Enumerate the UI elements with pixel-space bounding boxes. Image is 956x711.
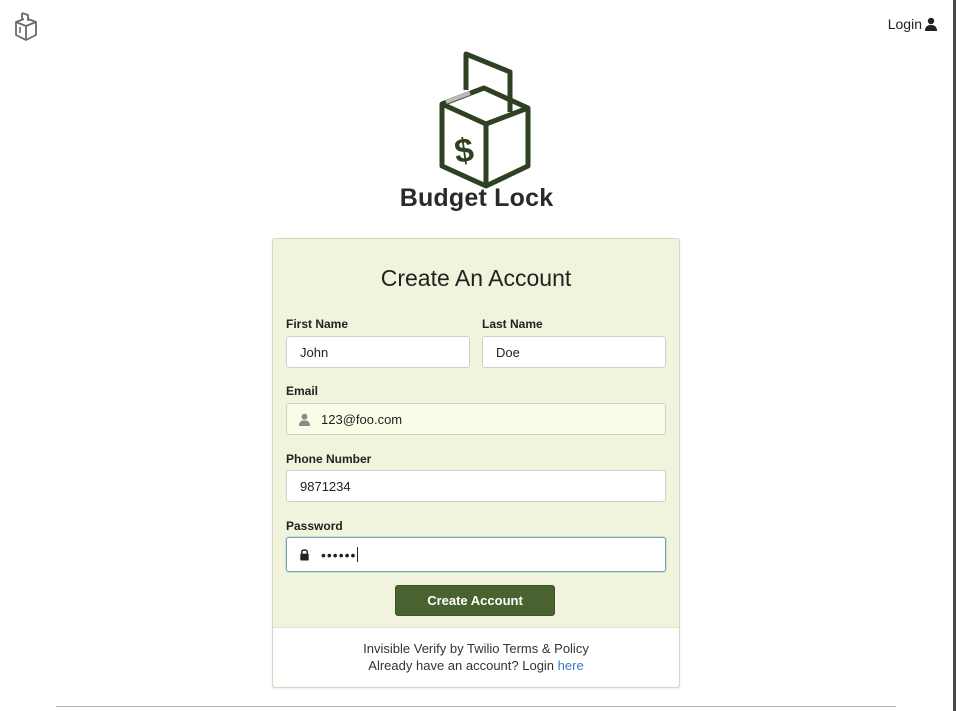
create-account-card: Create An Account First Name John Last N… [272, 238, 680, 688]
password-label: Password [286, 519, 343, 533]
user-icon [298, 413, 311, 426]
email-value: 123@foo.com [321, 411, 403, 427]
first-name-input[interactable]: John [286, 336, 470, 368]
login-link[interactable]: Login [888, 16, 938, 32]
ballot-box-dollar-icon: $ [439, 51, 530, 189]
form-title: Create An Account [380, 265, 572, 291]
login-label: Login [887, 16, 922, 32]
last-name-value: Doe [496, 344, 520, 360]
twilio-verify-text: Invisible Verify by Twilio Terms & Polic… [363, 641, 589, 656]
password-input[interactable]: •••••• [286, 537, 666, 572]
brand: $ Budget Lock [0, 50, 953, 213]
user-icon [925, 17, 937, 31]
phone-label: Phone Number [286, 452, 372, 466]
login-prompt-text: Already have an account? Login [368, 658, 555, 673]
email-input[interactable]: 123@foo.com [286, 403, 666, 435]
brand-name: Budget Lock [399, 184, 554, 212]
first-name-label: First Name [286, 317, 349, 331]
first-name-value: John [300, 344, 329, 360]
password-value: •••••• [321, 546, 357, 563]
phone-value: 9871234 [300, 478, 351, 494]
login-prompt-line: Already have an account? Login here [273, 657, 679, 674]
text-caret [357, 547, 359, 562]
svg-text:$: $ [452, 131, 476, 171]
last-name-label: Last Name [482, 317, 543, 331]
bottom-divider [56, 706, 896, 707]
login-here-link[interactable]: here [558, 658, 584, 673]
create-account-button[interactable]: Create Account [395, 585, 555, 616]
card-footer: Invisible Verify by Twilio Terms & Polic… [273, 627, 679, 687]
lock-icon [300, 549, 309, 561]
ballot-box-icon[interactable] [12, 10, 40, 42]
last-name-input[interactable]: Doe [482, 336, 666, 368]
phone-input[interactable]: 9871234 [286, 470, 666, 502]
email-label: Email [286, 384, 319, 398]
